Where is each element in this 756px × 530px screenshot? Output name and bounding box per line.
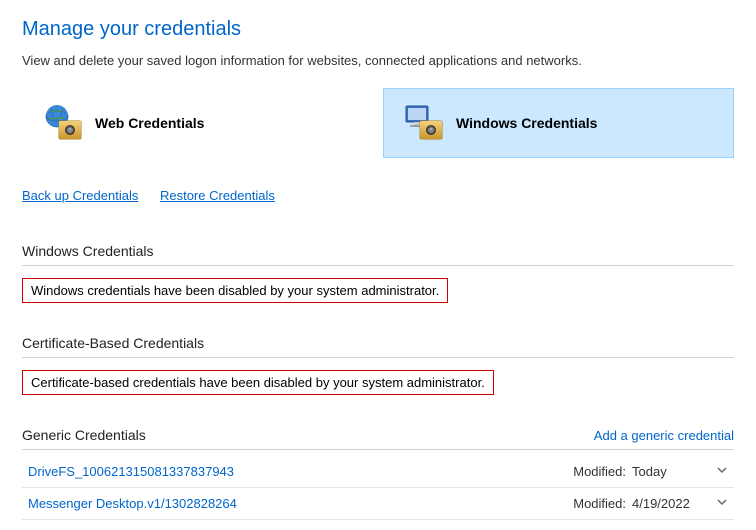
windows-section-heading: Windows Credentials (22, 243, 734, 266)
cert-disabled-message: Certificate-based credentials have been … (22, 370, 494, 395)
windows-disabled-message: Windows credentials have been disabled b… (22, 278, 448, 303)
credential-type-tabs: Web Credentials Windows Credenti (22, 88, 734, 158)
tab-web-label: Web Credentials (95, 115, 204, 131)
chevron-down-icon[interactable] (714, 464, 730, 479)
tab-windows-credentials[interactable]: Windows Credentials (383, 88, 734, 158)
windows-credentials-section: Windows Credentials Windows credentials … (22, 243, 734, 335)
backup-restore-links: Back up Credentials Restore Credentials (22, 188, 734, 203)
modified-label: Modified: (573, 496, 626, 511)
modified-value: Today (632, 464, 702, 479)
credential-name: DriveFS_100621315081337837943 (28, 464, 573, 479)
chevron-down-icon[interactable] (714, 496, 730, 511)
credential-row[interactable]: DriveFS_100621315081337837943 Modified: … (22, 456, 734, 488)
generic-section-heading: Generic Credentials (22, 427, 146, 443)
credential-row[interactable]: Messenger Desktop.v1/1302828264 Modified… (22, 488, 734, 520)
modified-value: 4/19/2022 (632, 496, 702, 511)
generic-credentials-section: Generic Credentials Add a generic creden… (22, 427, 734, 520)
page-subtitle: View and delete your saved logon informa… (22, 53, 734, 68)
certificate-credentials-section: Certificate-Based Credentials Certificat… (22, 335, 734, 427)
tab-web-credentials[interactable]: Web Credentials (22, 88, 373, 158)
credential-name: Messenger Desktop.v1/1302828264 (28, 496, 573, 511)
backup-credentials-link[interactable]: Back up Credentials (22, 188, 138, 203)
tab-windows-label: Windows Credentials (456, 115, 597, 131)
web-credentials-icon (41, 103, 85, 143)
page-title: Manage your credentials (22, 18, 734, 41)
windows-credentials-icon (402, 103, 446, 143)
modified-label: Modified: (573, 464, 626, 479)
add-generic-credential-link[interactable]: Add a generic credential (594, 428, 734, 443)
cert-section-heading: Certificate-Based Credentials (22, 335, 734, 358)
restore-credentials-link[interactable]: Restore Credentials (160, 188, 275, 203)
